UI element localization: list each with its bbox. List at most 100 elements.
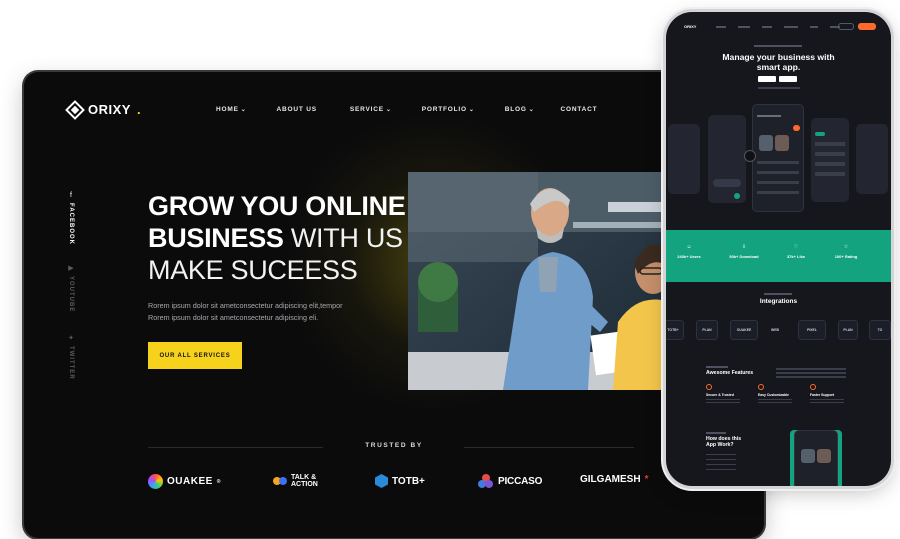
nav-label: HOME: [216, 106, 239, 113]
how-eyebrow: [706, 432, 726, 434]
brand-name: PICCASO: [498, 476, 543, 487]
hero-title-line3: MAKE SUCEESS: [148, 255, 358, 285]
stat-rating: ☆ 100+ Rating: [828, 244, 864, 259]
registered-mark: ®: [216, 478, 221, 485]
chevron-down-icon: ⌄: [468, 107, 475, 113]
star-icon: ☆: [843, 244, 849, 250]
social-label: YOUTUBE: [68, 276, 74, 313]
support-icon: [810, 384, 816, 390]
how-app-screen: [794, 430, 838, 486]
hero-title-bold: BUSINESS: [148, 223, 284, 253]
download-icon: ⇩: [741, 244, 747, 250]
nav-label: BLOG: [504, 106, 527, 113]
piccaso-logo-icon: [478, 474, 494, 489]
play-icon[interactable]: [744, 150, 756, 162]
features-title: Awesome Features: [706, 370, 754, 376]
phone-nav-item[interactable]: [716, 26, 726, 28]
phone-nav-item[interactable]: [810, 26, 818, 28]
showcase-stage: ORIXY. HOME ⌄ ABOUT US SERVICE ⌄ PORTFOLIO…: [0, 0, 900, 539]
hero-title-light: WITH US &: [283, 223, 428, 253]
logo-dot: .: [136, 102, 142, 117]
facebook-icon: f: [70, 192, 72, 199]
integrations-eyebrow: [764, 293, 792, 295]
integration-logo[interactable]: WEB: [764, 320, 786, 340]
brand-gilgamesh[interactable]: GILGAMESH *: [580, 474, 648, 485]
app-store-badge[interactable]: [758, 76, 776, 82]
stat-value: 240k+ Users: [677, 254, 701, 259]
social-facebook[interactable]: f FACEBOOK: [68, 192, 74, 245]
brand-logos: OUAKEE ® TALK & ACTION TOTB+ PICCASO GILG…: [148, 474, 648, 494]
integration-logo[interactable]: PLAN: [696, 320, 718, 340]
twitter-icon: ✦: [68, 335, 74, 342]
nav-item-home[interactable]: HOME ⌄: [216, 106, 247, 113]
features-eyebrow: [706, 366, 728, 368]
nav-label: ABOUT US: [276, 106, 317, 113]
phone-hero-note: [758, 87, 800, 89]
nav-item-blog[interactable]: BLOG ⌄: [505, 106, 535, 113]
chevron-down-icon: ⌄: [528, 107, 535, 113]
social-label: FACEBOOK: [68, 203, 74, 246]
phone-hero-title-line2: smart app.: [756, 62, 801, 72]
nav-item-about[interactable]: ABOUT US: [277, 106, 317, 113]
our-services-button[interactable]: OUR ALL SERVICES: [148, 342, 242, 369]
trusted-by-label: TRUSTED BY: [365, 442, 423, 449]
main-nav: HOME ⌄ ABOUT US SERVICE ⌄ PORTFOLIO ⌄ BLOG ⌄…: [216, 106, 597, 113]
heart-icon: ♡: [793, 244, 799, 250]
social-youtube[interactable]: ▶ YOUTUBE: [68, 264, 74, 312]
nav-label: SERVICE: [349, 106, 384, 113]
stat-like: ♡ 37k+ Like: [778, 244, 814, 259]
stat-download: ⇩ 50k+ Download: [726, 244, 762, 259]
logo-text: ORIXY: [88, 102, 131, 117]
features-description: [776, 368, 846, 380]
nav-label: PORTFOLIO: [421, 106, 467, 113]
brand-talk-action[interactable]: TALK & ACTION: [273, 474, 333, 488]
talk-action-logo-icon: [273, 477, 287, 485]
settings-icon: [758, 384, 764, 390]
how-title-line2: App Work?: [706, 442, 734, 448]
phone-nav: [716, 26, 840, 28]
feature-title: Faster Support: [810, 393, 835, 397]
hero-description: Rorem ipsum dolor sit ametconsectetur ad…: [148, 301, 343, 322]
app-screen-card-main: [752, 104, 804, 212]
phone-eyebrow: [754, 45, 802, 47]
nav-item-contact[interactable]: CONTACT: [561, 106, 598, 113]
app-screen-card: [811, 118, 849, 202]
stat-value: 37k+ Like: [786, 254, 806, 259]
phone-signup-button[interactable]: [858, 23, 876, 30]
integration-logo[interactable]: OUAKEE: [730, 320, 758, 340]
feature-title: Secure & Trusted: [706, 393, 734, 397]
google-play-badge[interactable]: [779, 76, 797, 82]
totb-logo-icon: [375, 474, 388, 488]
phone-logo[interactable]: ORIXY: [684, 24, 696, 29]
feature-title: Easy Customizable: [758, 393, 789, 397]
social-label: TWITTER: [68, 346, 74, 380]
nav-label: CONTACT: [560, 106, 598, 113]
phone-nav-item[interactable]: [784, 26, 798, 28]
phone-nav-item[interactable]: [762, 26, 772, 28]
phone-login-button[interactable]: [838, 23, 854, 30]
integration-logo[interactable]: PLAN: [838, 320, 858, 340]
stat-value: 100+ Rating: [834, 254, 858, 259]
brand-ouakee[interactable]: OUAKEE ®: [148, 474, 221, 489]
nav-item-portfolio[interactable]: PORTFOLIO ⌄: [422, 106, 475, 113]
brand-name: GILGAMESH: [580, 474, 641, 485]
chevron-down-icon: ⌄: [240, 107, 247, 113]
site-logo[interactable]: ORIXY.: [65, 99, 142, 120]
integration-logo[interactable]: TO: [869, 320, 891, 340]
integration-logo[interactable]: PIXEL: [798, 320, 826, 340]
brand-piccaso[interactable]: PICCASO: [478, 474, 542, 489]
phone-hero-title: Manage your business with smart app.: [666, 52, 891, 72]
feature-support: Faster Support: [810, 384, 850, 405]
desktop-mockup: ORIXY. HOME ⌄ ABOUT US SERVICE ⌄ PORTFOLIO…: [24, 72, 764, 538]
phone-nav-item[interactable]: [738, 26, 750, 28]
integration-logo[interactable]: TOTB+: [666, 320, 684, 340]
how-title: How does this App Work?: [706, 436, 741, 448]
ouakee-logo-icon: [148, 474, 163, 489]
chevron-down-icon: ⌄: [385, 107, 392, 113]
app-screen-card: [708, 115, 746, 203]
brand-totb[interactable]: TOTB+: [375, 474, 425, 488]
nav-item-service[interactable]: SERVICE ⌄: [350, 106, 392, 113]
star-mark: *: [644, 474, 649, 485]
youtube-icon: ▶: [68, 265, 74, 272]
social-twitter[interactable]: ✦ TWITTER: [68, 334, 74, 380]
